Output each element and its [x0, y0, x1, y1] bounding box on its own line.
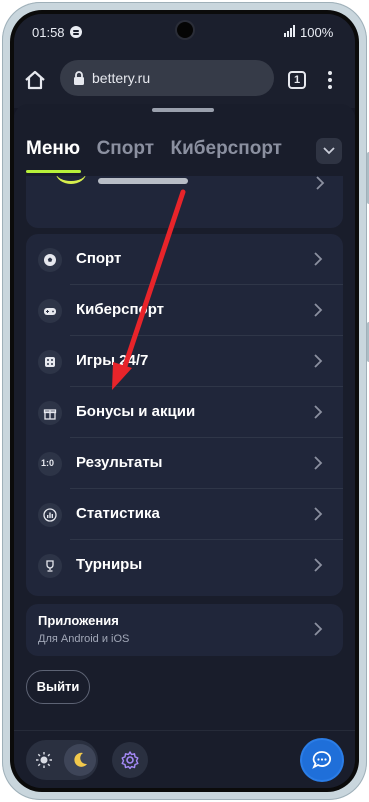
dice-icon: [38, 350, 62, 374]
theme-toggle[interactable]: [26, 740, 98, 780]
battery-level: 100%: [300, 25, 334, 40]
tab-esports[interactable]: Киберспорт: [170, 138, 282, 160]
menu-item-label: Игры 24/7: [76, 352, 149, 369]
menu-item-label: Турниры: [76, 556, 143, 573]
profile-badge: [56, 176, 86, 184]
gift-icon: [38, 401, 62, 425]
divider: [14, 730, 355, 731]
score-icon-text: 1:0: [41, 458, 55, 468]
address-bar[interactable]: bettery.ru: [60, 60, 274, 96]
lock-icon: [72, 71, 86, 85]
chevron-right-icon: [316, 176, 325, 190]
menu-item-results[interactable]: 1:0 Результаты: [26, 438, 343, 489]
menu-item-label: Спорт: [76, 250, 122, 267]
url-text: bettery.ru: [92, 70, 151, 86]
spotify-icon: [70, 26, 82, 38]
score-icon: 1:0: [38, 452, 62, 476]
chevron-right-icon: [314, 622, 323, 636]
menu-item-esports[interactable]: Киберспорт: [26, 285, 343, 336]
profile-card[interactable]: [26, 176, 343, 228]
status-bar: 01:58 100%: [14, 14, 355, 50]
chevron-right-icon: [314, 456, 323, 470]
gear-icon: [121, 751, 139, 770]
menu-item-bonuses[interactable]: Бонусы и акции: [26, 387, 343, 438]
settings-button[interactable]: [112, 742, 148, 778]
chevron-right-icon: [314, 507, 323, 521]
apps-card[interactable]: Приложения Для Android и iOS: [26, 604, 343, 656]
more-menu-icon[interactable]: [324, 71, 334, 89]
main-menu-list: Спорт Киберспорт Игры 24/7 Бонусы и акци…: [26, 234, 343, 596]
sheet-grabber[interactable]: [152, 108, 214, 112]
tab-switcher-button[interactable]: 1: [288, 71, 306, 89]
chevron-down-icon: [323, 147, 335, 155]
chat-icon: [312, 751, 331, 769]
menu-item-label: Киберспорт: [76, 301, 165, 318]
menu-item-games[interactable]: Игры 24/7: [26, 336, 343, 387]
moon-icon[interactable]: [64, 744, 96, 776]
menu-item-sport[interactable]: Спорт: [26, 234, 343, 285]
stats-icon: [38, 503, 62, 527]
menu-item-tournaments[interactable]: Турниры: [26, 540, 343, 591]
status-time: 01:58: [32, 25, 65, 40]
soccer-ball-icon: [38, 248, 62, 272]
front-camera: [177, 22, 193, 38]
chevron-right-icon: [314, 252, 323, 266]
active-tab-indicator: [26, 170, 81, 173]
home-icon[interactable]: [24, 70, 46, 90]
chevron-right-icon: [314, 354, 323, 368]
profile-name-blurred: [98, 178, 188, 184]
support-chat-button[interactable]: [302, 740, 342, 780]
menu-item-label: Статистика: [76, 505, 160, 522]
browser-toolbar: bettery.ru 1: [14, 50, 355, 108]
top-tabs: Меню Спорт Киберспорт: [26, 138, 294, 168]
chevron-right-icon: [314, 405, 323, 419]
menu-item-label: Бонусы и акции: [76, 403, 196, 420]
menu-sheet: Меню Спорт Киберспорт Спорт Киберспорт И…: [14, 104, 355, 788]
apps-title: Приложения: [38, 613, 119, 628]
apps-subtitle: Для Android и iOS: [38, 633, 130, 645]
tabs-dropdown-button[interactable]: [316, 138, 342, 164]
logout-button[interactable]: Выйти: [26, 670, 90, 704]
chevron-right-icon: [314, 558, 323, 572]
chevron-right-icon: [314, 303, 323, 317]
tab-sport[interactable]: Спорт: [97, 138, 154, 160]
tab-menu[interactable]: Меню: [26, 138, 80, 160]
gamepad-icon: [38, 299, 62, 323]
trophy-icon: [38, 554, 62, 578]
sun-icon[interactable]: [34, 750, 54, 770]
signal-icon: [284, 25, 298, 37]
menu-item-statistics[interactable]: Статистика: [26, 489, 343, 540]
screen: 01:58 100% bettery.ru 1 Меню Спорт Кибер…: [14, 14, 355, 788]
menu-item-label: Результаты: [76, 454, 163, 471]
